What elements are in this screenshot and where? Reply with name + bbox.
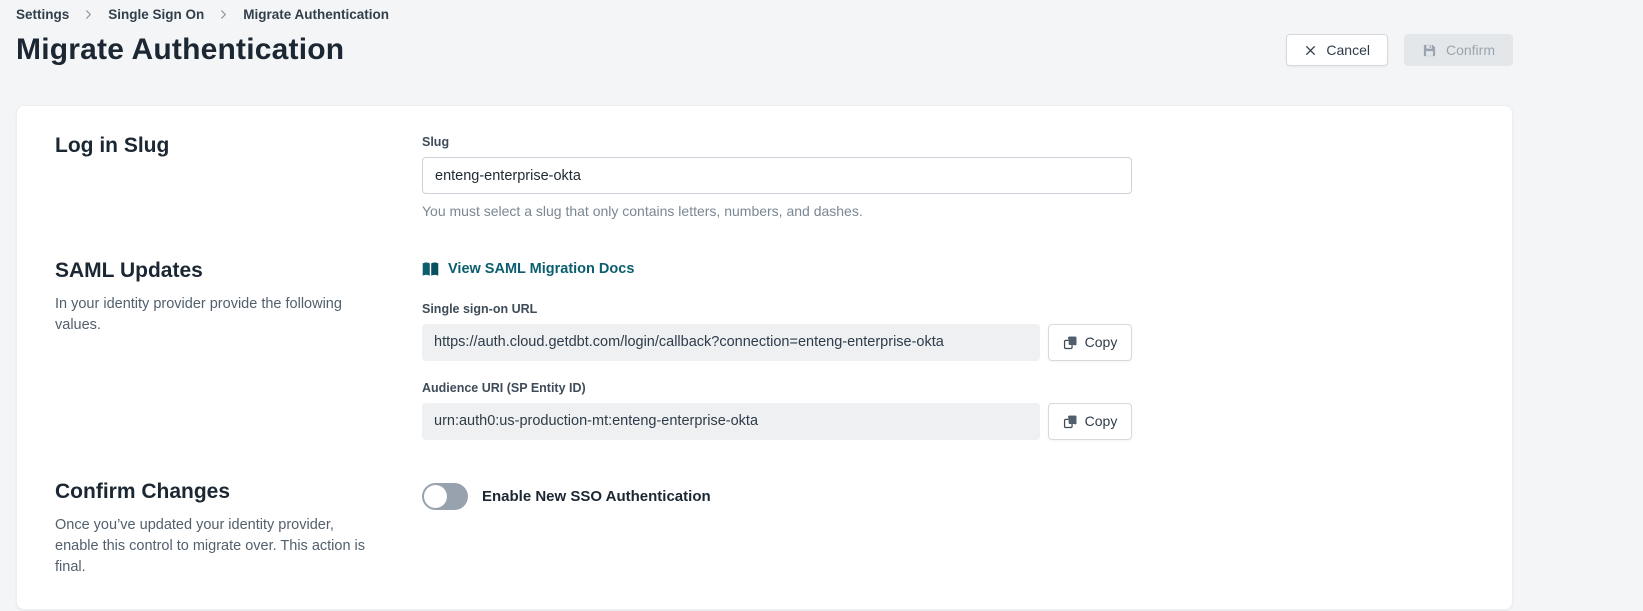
view-saml-migration-docs-link[interactable]: View SAML Migration Docs	[422, 261, 634, 277]
copy-button-label: Copy	[1085, 413, 1118, 429]
breadcrumb-single-sign-on[interactable]: Single Sign On	[108, 7, 204, 22]
toggle-knob	[424, 485, 447, 508]
copy-icon	[1063, 414, 1078, 429]
saml-updates-section: SAML Updates In your identity provider p…	[55, 259, 1474, 440]
page-title: Migrate Authentication	[16, 33, 344, 67]
slug-label: Slug	[422, 135, 1474, 149]
enable-sso-toggle-row: Enable New SSO Authentication	[422, 483, 1474, 510]
sso-url-value: https://auth.cloud.getdbt.com/login/call…	[422, 324, 1040, 361]
breadcrumb: Settings Single Sign On Migrate Authenti…	[16, 0, 1513, 22]
chevron-right-icon	[83, 9, 94, 20]
slug-input[interactable]	[422, 157, 1132, 194]
copy-icon	[1063, 335, 1078, 350]
breadcrumb-settings[interactable]: Settings	[16, 7, 69, 22]
sso-url-group: Single sign-on URL https://auth.cloud.ge…	[422, 302, 1474, 361]
enable-sso-toggle[interactable]	[422, 483, 468, 510]
confirm-button-label: Confirm	[1446, 42, 1495, 58]
migrate-authentication-card: Log in Slug Slug You must select a slug …	[16, 105, 1513, 610]
copy-sso-url-button[interactable]: Copy	[1048, 324, 1132, 361]
audience-uri-value: urn:auth0:us-production-mt:enteng-enterp…	[422, 403, 1040, 440]
page-header: Migrate Authentication Cancel Confirm	[16, 33, 1513, 67]
login-slug-heading: Log in Slug	[55, 134, 422, 158]
confirm-changes-heading: Confirm Changes	[55, 480, 422, 504]
copy-button-label: Copy	[1085, 334, 1118, 350]
cancel-button[interactable]: Cancel	[1286, 34, 1388, 66]
cancel-button-label: Cancel	[1326, 42, 1370, 58]
close-icon	[1304, 44, 1317, 57]
chevron-right-icon	[218, 9, 229, 20]
save-icon	[1422, 43, 1437, 58]
page-container: Settings Single Sign On Migrate Authenti…	[16, 0, 1513, 610]
confirm-button[interactable]: Confirm	[1404, 34, 1513, 66]
header-actions: Cancel Confirm	[1286, 34, 1513, 66]
saml-updates-description: In your identity provider provide the fo…	[55, 294, 375, 337]
audience-uri-label: Audience URI (SP Entity ID)	[422, 381, 1474, 395]
confirm-changes-section: Confirm Changes Once you’ve updated your…	[55, 480, 1474, 579]
confirm-changes-description: Once you’ve updated your identity provid…	[55, 515, 375, 579]
slug-help-text: You must select a slug that only contain…	[422, 203, 1474, 219]
docs-link-label: View SAML Migration Docs	[448, 261, 634, 277]
breadcrumb-migrate-authentication: Migrate Authentication	[243, 7, 389, 22]
book-icon	[422, 262, 439, 277]
saml-updates-heading: SAML Updates	[55, 259, 422, 283]
enable-sso-toggle-label: Enable New SSO Authentication	[482, 488, 711, 505]
login-slug-section: Log in Slug Slug You must select a slug …	[55, 134, 1474, 219]
audience-uri-group: Audience URI (SP Entity ID) urn:auth0:us…	[422, 381, 1474, 440]
copy-audience-uri-button[interactable]: Copy	[1048, 403, 1132, 440]
sso-url-label: Single sign-on URL	[422, 302, 1474, 316]
